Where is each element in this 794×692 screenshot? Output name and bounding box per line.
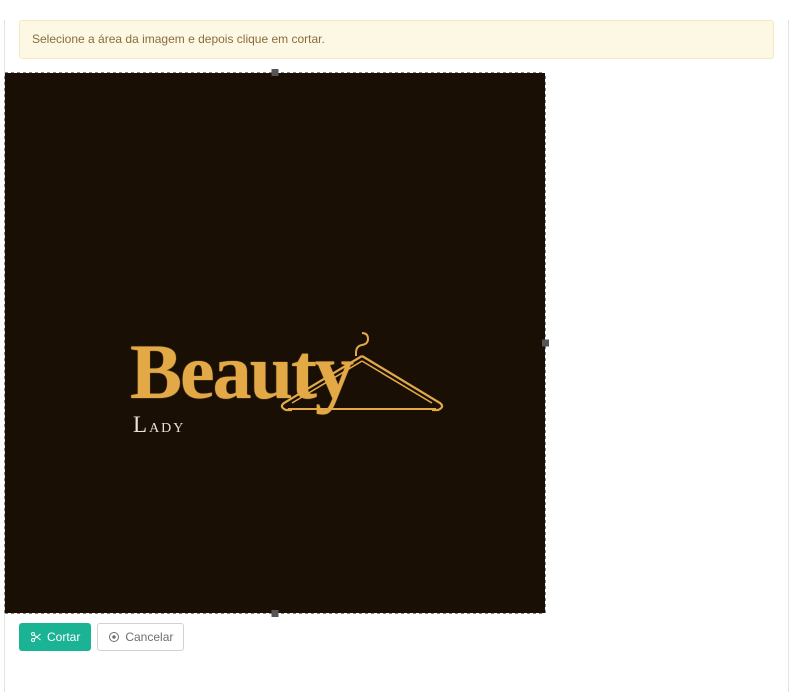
instruction-text: Selecione a área da imagem e depois cliq…: [32, 32, 325, 46]
crop-button[interactable]: Cortar: [19, 623, 91, 651]
cancel-button-label: Cancelar: [125, 630, 173, 644]
crop-image-area[interactable]: Beauty Lady: [5, 73, 545, 613]
scissors-icon: [30, 631, 42, 643]
cancel-circle-icon: [108, 631, 120, 643]
instruction-alert: Selecione a área da imagem e depois cliq…: [19, 20, 774, 59]
resize-handle-top[interactable]: [272, 69, 279, 76]
crop-wrapper: Beauty Lady: [5, 73, 545, 613]
crop-card: Selecione a área da imagem e depois cliq…: [4, 20, 789, 692]
hanger-icon: [277, 329, 447, 417]
logo-graphic: Beauty Lady: [130, 333, 352, 438]
crop-button-label: Cortar: [47, 630, 80, 644]
cancel-button[interactable]: Cancelar: [97, 623, 184, 651]
resize-handle-right[interactable]: [542, 339, 549, 346]
resize-handle-bottom[interactable]: [272, 610, 279, 617]
action-bar: Cortar Cancelar: [5, 623, 788, 651]
